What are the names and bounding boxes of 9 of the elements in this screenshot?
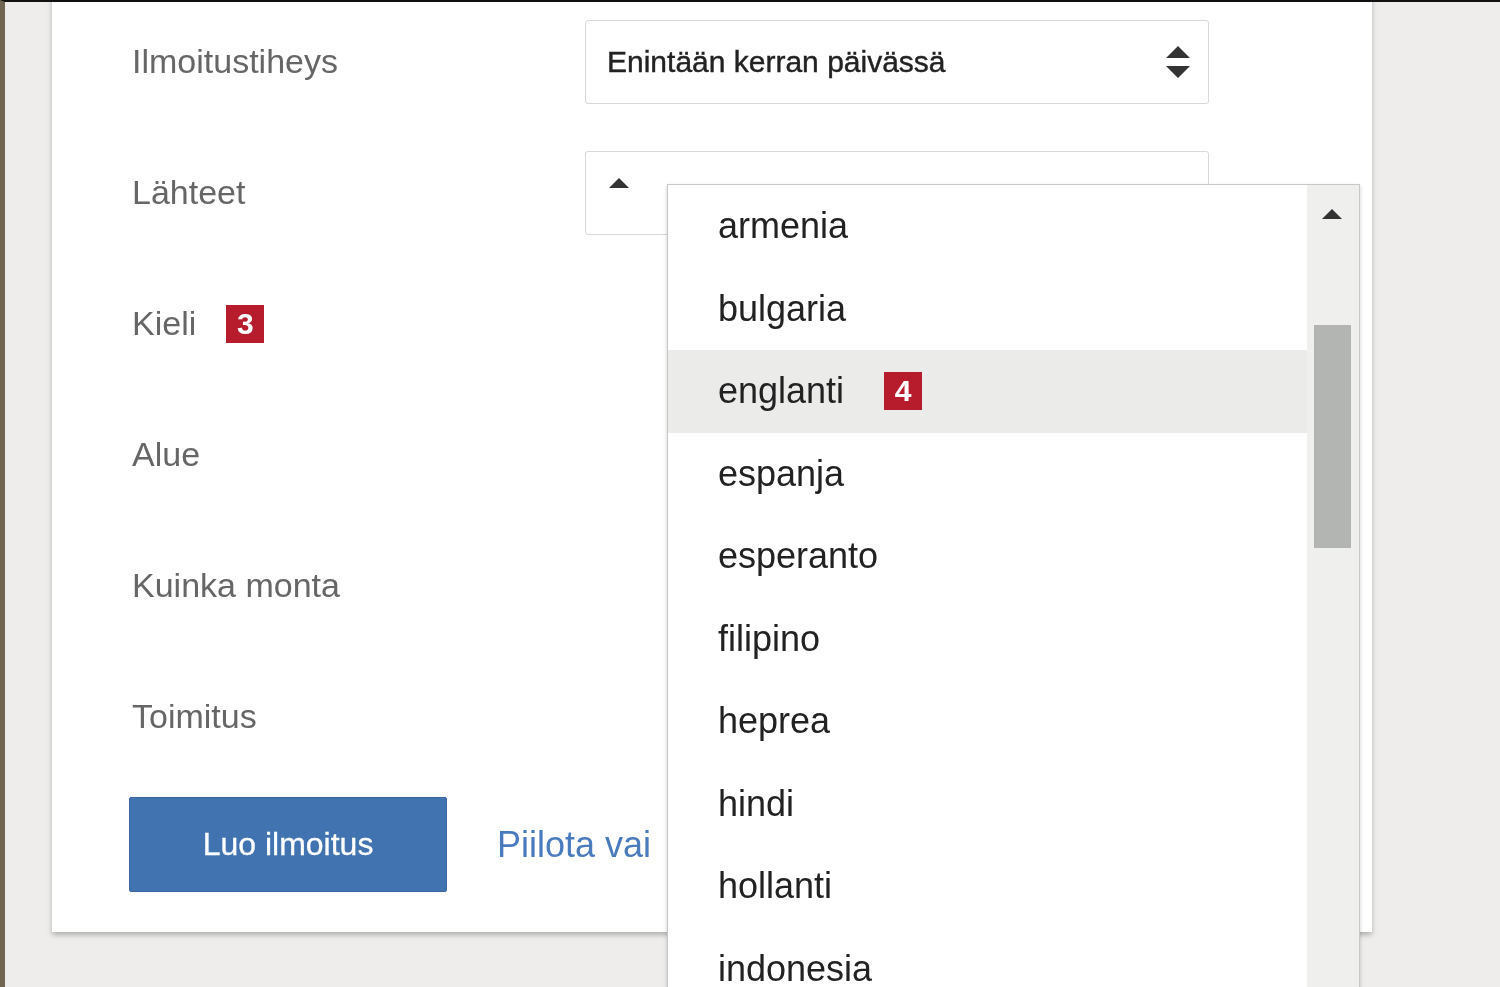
number-badge: 4 (884, 372, 923, 411)
field-label: Kieli (132, 304, 197, 343)
option-label: englanti (718, 370, 845, 413)
field-label: Alue (132, 435, 201, 474)
number-badge: 3 (226, 304, 265, 343)
field-label: Toimitus (132, 697, 257, 736)
field-label: Kuinka monta (132, 566, 340, 605)
field-label: Lähteet (132, 173, 246, 212)
field-label: Ilmoitustiheys (132, 42, 338, 81)
